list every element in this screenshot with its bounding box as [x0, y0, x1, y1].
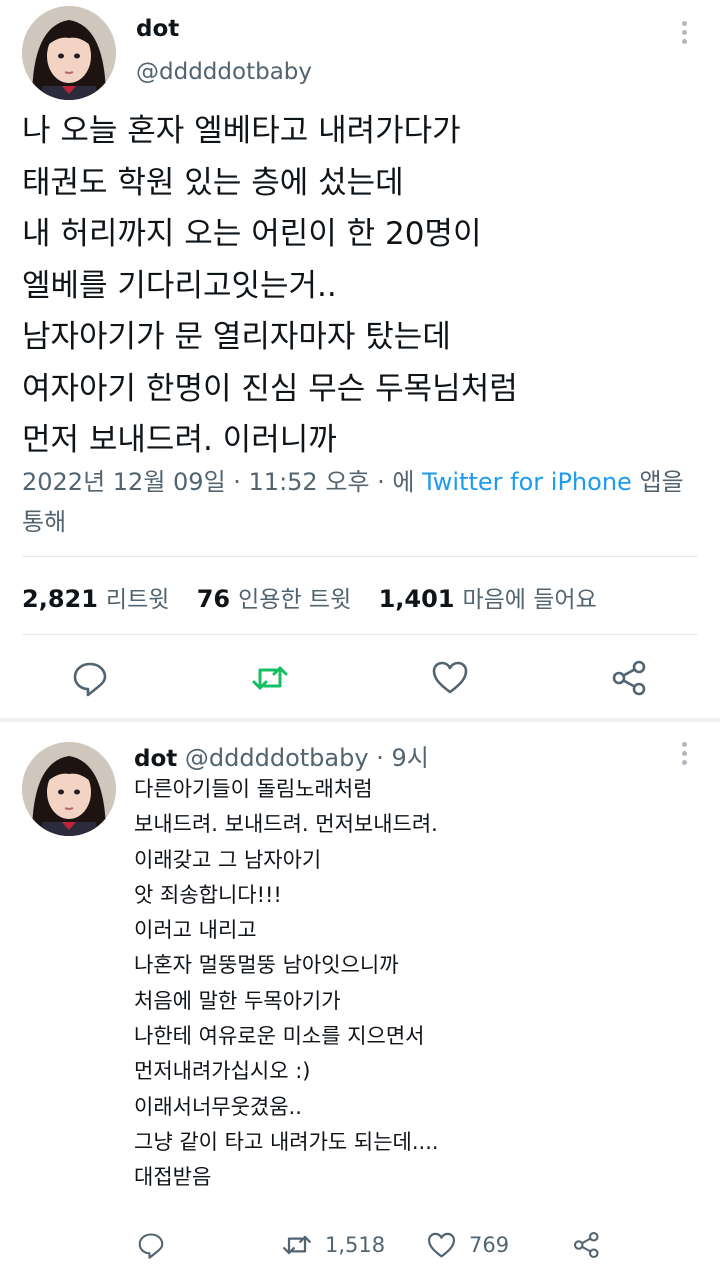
share-icon [573, 1231, 599, 1259]
tweet-text-line: 여자아기 한명이 진심 무슨 두목님처럼 [22, 370, 518, 407]
reply-text-line: 앗 죄송합니다!!! [134, 882, 282, 907]
reply-text: 다른아기들이 돌림노래처럼 보내드려. 보내드려. 먼저보내드려. 이래갖고 그… [134, 772, 439, 1196]
share-icon [612, 660, 646, 696]
reply-retweet-button[interactable]: 1,518 [281, 1228, 385, 1262]
reply-text-line: 처음에 말한 두목아기가 [134, 988, 341, 1013]
author-handle[interactable]: @dddddotbaby [136, 59, 312, 85]
author-avatar[interactable] [22, 6, 116, 100]
reply-like-button[interactable]: 769 [426, 1228, 509, 1262]
tweet-text-line: 내 허리까지 오는 어린이 한 20명이 [22, 216, 482, 252]
tweet-text-line: 엘베를 기다리고잇는거.. [22, 267, 337, 304]
quotes-stat[interactable]: 76 인용한 트윗 [197, 580, 352, 614]
reply-icon [73, 662, 107, 697]
share-button[interactable] [610, 658, 650, 698]
retweets-count: 2,821 [22, 585, 98, 613]
likes-label: 마음에 들어요 [462, 587, 597, 613]
heart-icon [428, 1232, 455, 1257]
tweet-stats: 2,821 리트윗 76 인용한 트윗 1,401 마음에 들어요 [22, 580, 617, 614]
reply-icon [138, 1233, 164, 1259]
reply-text-line: 이래서너무웃겼움.. [134, 1094, 302, 1119]
divider [22, 556, 698, 557]
heart-icon [432, 661, 468, 694]
main-tweet: dot @dddddotbaby 나 오늘 혼자 엘베타고 내려가다가 태권도 … [0, 0, 720, 720]
reply-text-line: 나한테 여유로운 미소를 지으면서 [134, 1024, 425, 1049]
tweet-text-line: 나 오늘 혼자 엘베타고 내려가다가 [22, 113, 461, 149]
like-button[interactable] [430, 658, 470, 698]
retweet-button[interactable] [250, 658, 290, 698]
reply-text-line: 이래갖고 그 남자아기 [134, 847, 322, 872]
reply-more-options-icon[interactable] [674, 742, 694, 772]
retweets-stat[interactable]: 2,821 리트윗 [22, 580, 169, 614]
reply-text-line: 먼저내려가십시오 :) [134, 1059, 311, 1084]
reply-text-line: 대접받음 [134, 1165, 212, 1190]
reply-text-line: 이러고 내리고 [134, 918, 257, 943]
tweet-text: 나 오늘 혼자 엘베타고 내려가다가 태권도 학원 있는 층에 섰는데 내 허리… [22, 106, 518, 467]
reply-like-count: 769 [469, 1233, 510, 1257]
tweet-text-line: 태권도 학원 있는 층에 섰는데 [22, 164, 404, 201]
reply-text-line: 다른아기들이 돌림노래처럼 [134, 777, 373, 801]
reply-author-name[interactable]: dot [134, 746, 177, 772]
reply-share-button[interactable] [572, 1228, 614, 1262]
reply-author-handle[interactable]: @dddddotbaby [185, 744, 369, 772]
reply-header: dot @dddddotbaby · 9시 [134, 738, 429, 773]
divider [22, 634, 698, 635]
tweet-timestamp[interactable]: 2022년 12월 09일 · 11:52 오후 · 에 [22, 468, 422, 496]
author-name[interactable]: dot [136, 16, 179, 42]
tweet-text-line: 남자아기가 문 열리자마자 탔는데 [22, 319, 451, 355]
source-app-link[interactable]: Twitter for iPhone [422, 468, 632, 496]
reply-retweet-count: 1,518 [325, 1233, 386, 1257]
reply-text-line: 나혼자 멀뚱멀뚱 남아잇으니까 [134, 953, 399, 978]
likes-stat[interactable]: 1,401 마음에 들어요 [379, 580, 597, 614]
quotes-label: 인용한 트윗 [238, 587, 352, 613]
more-options-icon[interactable] [674, 21, 694, 51]
reply-author-avatar[interactable] [22, 742, 116, 836]
tweet-text-line: 먼저 보내드려. 이러니까 [22, 422, 337, 458]
reply-text-line: 보내드려. 보내드려. 먼저보내드려. [134, 812, 438, 837]
reply-reply-button[interactable] [136, 1228, 178, 1262]
reply-button[interactable] [70, 658, 110, 698]
reply-time[interactable]: · 9시 [376, 744, 429, 772]
retweet-icon [283, 1235, 311, 1255]
tweet-meta: 2022년 12월 09일 · 11:52 오후 · 에 Twitter for… [22, 462, 712, 542]
section-divider [0, 718, 720, 722]
reply-text-line: 그냥 같이 타고 내려가도 되는데.... [134, 1129, 439, 1154]
likes-count: 1,401 [378, 585, 455, 613]
retweets-label: 리트윗 [105, 587, 170, 613]
quotes-count: 76 [196, 585, 231, 613]
retweet-icon [252, 666, 288, 690]
